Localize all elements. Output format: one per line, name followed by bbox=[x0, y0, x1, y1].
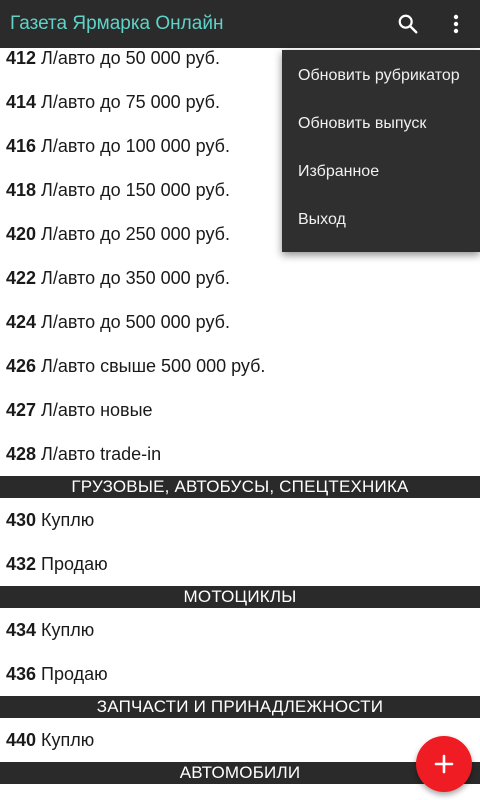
section-header-cars: АВТОМОБИЛИ bbox=[0, 762, 480, 784]
rubric-label: Л/авто свыше 500 000 руб. bbox=[41, 355, 266, 376]
section-header-trucks: ГРУЗОВЫЕ, АВТОБУСЫ, СПЕЦТЕХНИКА bbox=[0, 476, 480, 498]
rubric-label: Л/авто trade-in bbox=[41, 443, 162, 464]
rubric-label: Куплю bbox=[41, 729, 95, 750]
rubric-code: 418 bbox=[6, 179, 37, 200]
list-item[interactable]: 440 Куплю bbox=[0, 718, 480, 762]
overflow-menu-button[interactable] bbox=[432, 0, 480, 48]
rubric-code: 412 bbox=[6, 47, 37, 68]
rubric-code: 430 bbox=[6, 509, 37, 530]
list-item[interactable]: 430 Куплю bbox=[0, 498, 480, 542]
rubric-label: Продаю bbox=[41, 663, 108, 684]
rubric-label: Л/авто до 75 000 руб. bbox=[41, 91, 220, 112]
search-button[interactable] bbox=[384, 0, 432, 48]
rubric-code: 424 bbox=[6, 311, 37, 332]
rubric-label: Л/авто до 350 000 руб. bbox=[41, 267, 230, 288]
overflow-menu: Обновить рубрикатор Обновить выпуск Избр… bbox=[282, 50, 480, 252]
rubric-code: 416 bbox=[6, 135, 37, 156]
plus-icon bbox=[434, 754, 454, 774]
rubric-code: 427 bbox=[6, 399, 37, 420]
more-vert-icon bbox=[453, 14, 459, 34]
rubric-code: 414 bbox=[6, 91, 37, 112]
rubric-label: Куплю bbox=[41, 509, 95, 530]
list-item[interactable]: 427 Л/авто новые bbox=[0, 388, 480, 432]
rubric-label: Л/авто до 50 000 руб. bbox=[41, 47, 220, 68]
app-title: Газета Ярмарка Онлайн bbox=[10, 13, 224, 34]
list-item[interactable]: 422 Л/авто до 350 000 руб. bbox=[0, 256, 480, 300]
rubric-label: Л/авто до 150 000 руб. bbox=[41, 179, 230, 200]
rubric-label: Л/авто до 500 000 руб. bbox=[41, 311, 230, 332]
section-header-moto: МОТОЦИКЛЫ bbox=[0, 586, 480, 608]
app-bar: Газета Ярмарка Онлайн bbox=[0, 0, 480, 48]
menu-item-favorites[interactable]: Избранное bbox=[282, 148, 480, 196]
rubric-code: 428 bbox=[6, 443, 37, 464]
list-item[interactable]: 426 Л/авто свыше 500 000 руб. bbox=[0, 344, 480, 388]
rubric-code: 426 bbox=[6, 355, 37, 376]
list-item[interactable]: 434 Куплю bbox=[0, 608, 480, 652]
add-fab-button[interactable] bbox=[416, 736, 472, 792]
rubric-label: Продаю bbox=[41, 553, 108, 574]
rubric-label: Л/авто новые bbox=[41, 399, 153, 420]
menu-item-exit[interactable]: Выход bbox=[282, 196, 480, 244]
list-item[interactable]: 432 Продаю bbox=[0, 542, 480, 586]
rubric-label: Л/авто до 250 000 руб. bbox=[41, 223, 230, 244]
rubric-code: 420 bbox=[6, 223, 37, 244]
rubric-code: 422 bbox=[6, 267, 37, 288]
rubric-code: 432 bbox=[6, 553, 37, 574]
rubric-code: 434 bbox=[6, 619, 37, 640]
rubric-label: Л/авто до 100 000 руб. bbox=[41, 135, 230, 156]
list-item[interactable]: 428 Л/авто trade-in bbox=[0, 432, 480, 476]
list-item[interactable]: 436 Продаю bbox=[0, 652, 480, 696]
rubric-label: Куплю bbox=[41, 619, 95, 640]
menu-item-refresh-issue[interactable]: Обновить выпуск bbox=[282, 100, 480, 148]
section-header-parts: ЗАПЧАСТИ И ПРИНАДЛЕЖНОСТИ bbox=[0, 696, 480, 718]
rubric-code: 440 bbox=[6, 729, 37, 750]
search-icon bbox=[398, 14, 418, 34]
rubric-code: 436 bbox=[6, 663, 37, 684]
menu-item-refresh-rubricator[interactable]: Обновить рубрикатор bbox=[282, 52, 480, 100]
list-item[interactable]: 424 Л/авто до 500 000 руб. bbox=[0, 300, 480, 344]
